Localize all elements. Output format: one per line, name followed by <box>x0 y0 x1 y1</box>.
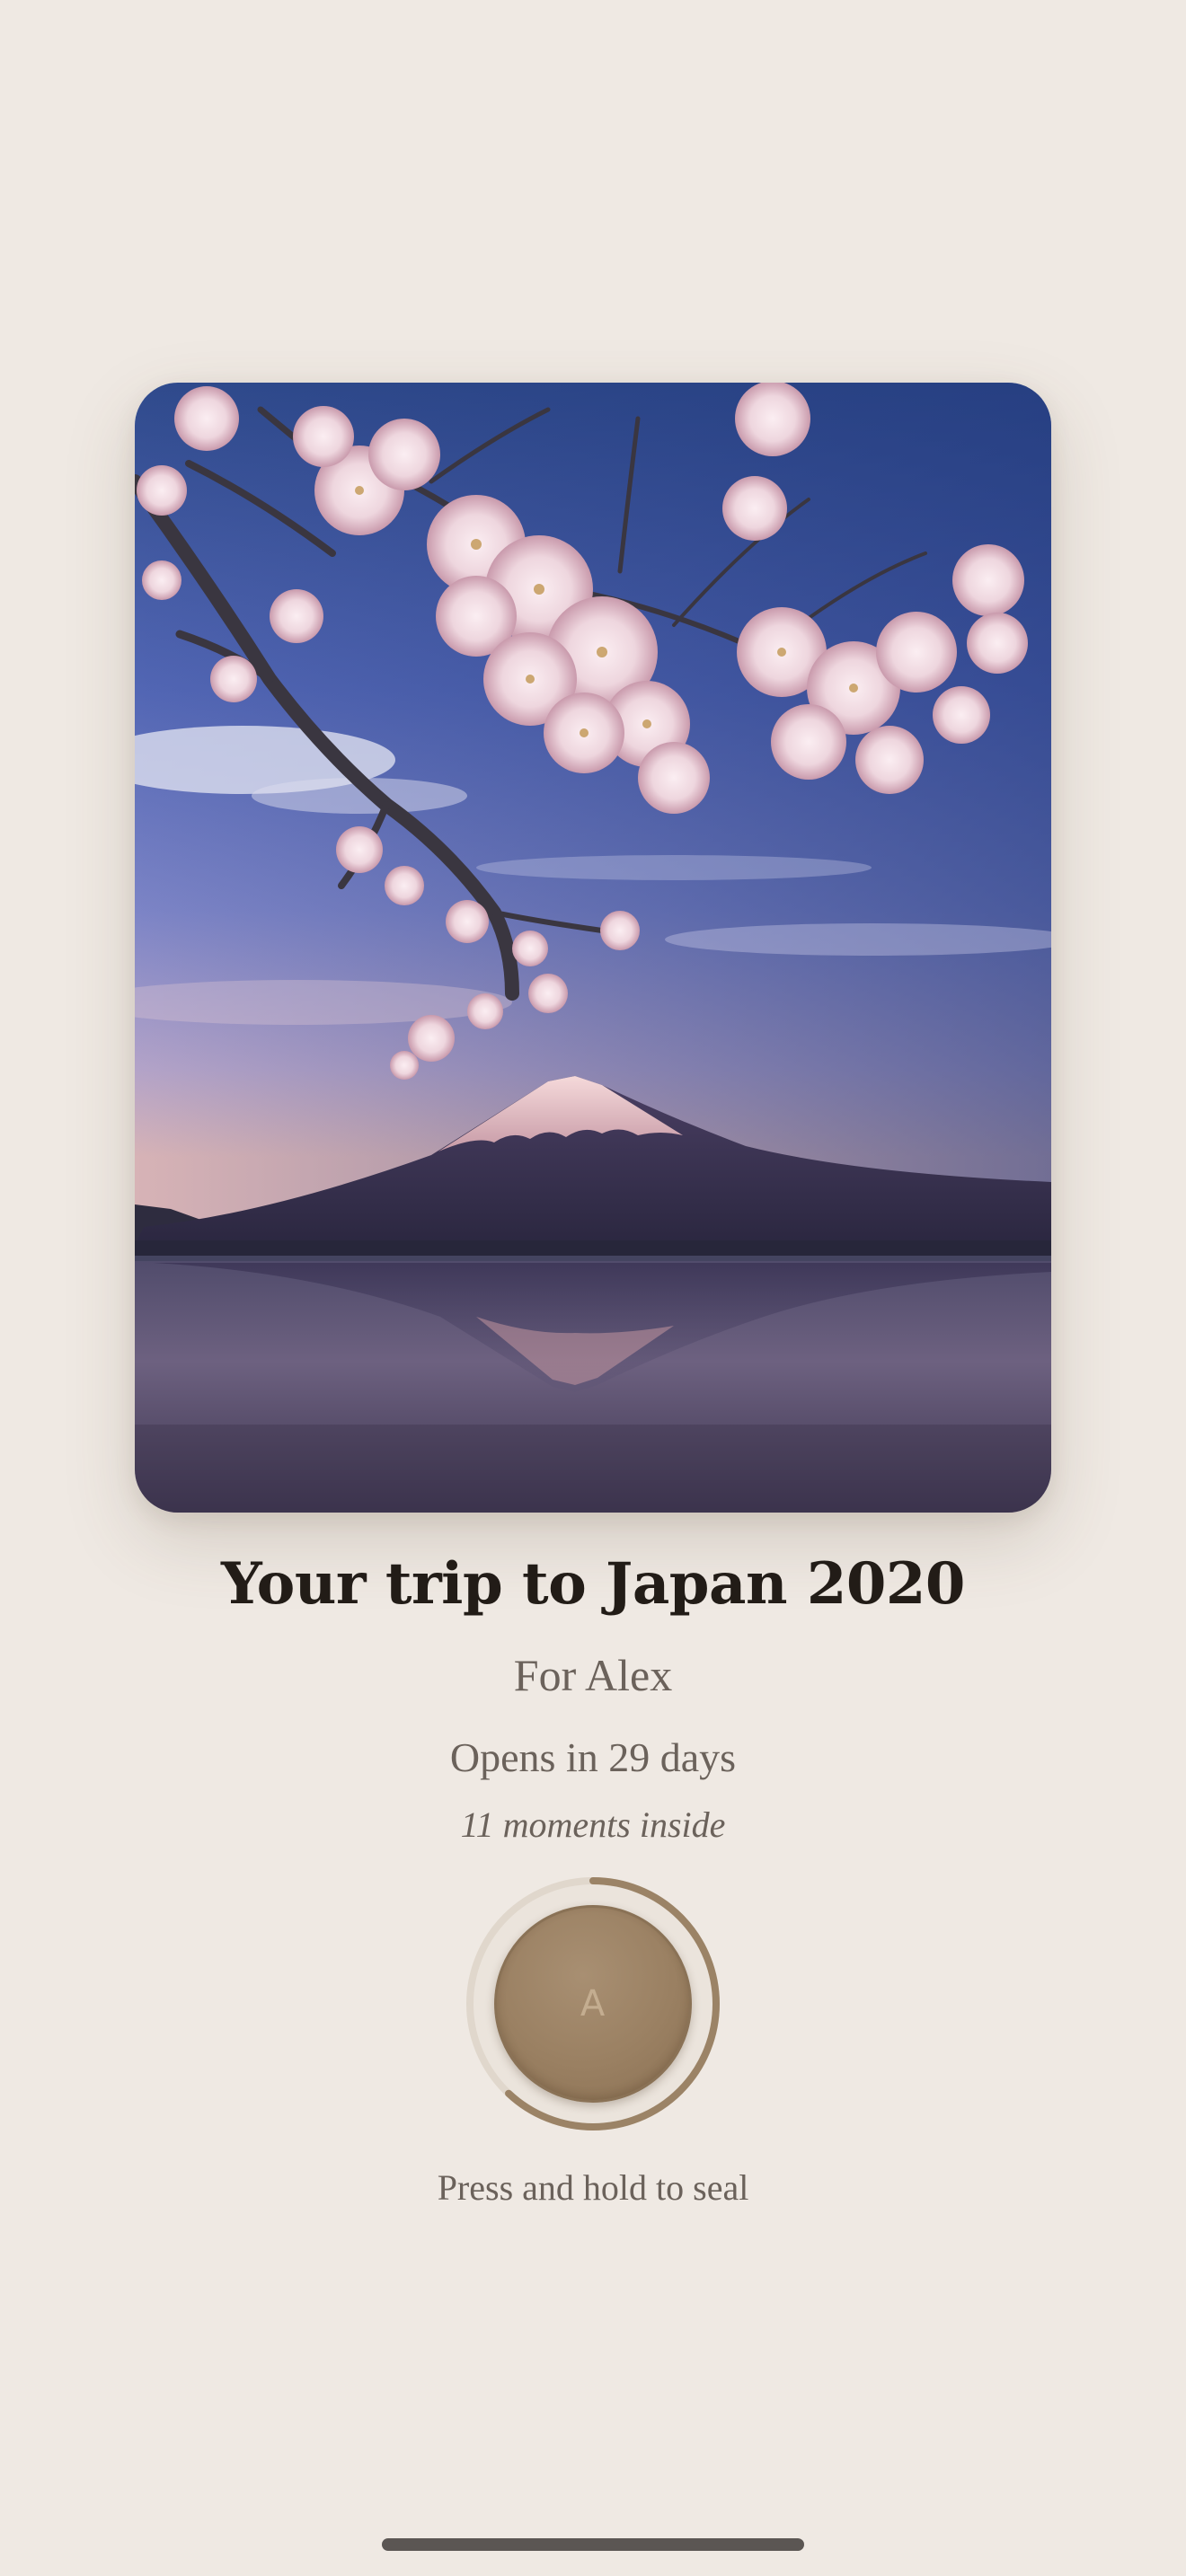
time-capsule-screen: Your trip to Japan 2020 For Alex Opens i… <box>0 0 1186 2576</box>
cover-photo <box>135 383 1051 1513</box>
seal-initial: A <box>580 1983 606 2025</box>
capsule-title: Your trip to Japan 2020 <box>221 1550 965 1618</box>
countdown-label: Opens in 29 days <box>449 1734 737 1780</box>
recipient-label: For Alex <box>513 1650 673 1700</box>
seal-button[interactable]: A <box>494 1905 692 2103</box>
hold-to-seal-control[interactable]: A <box>463 1874 723 2134</box>
home-indicator[interactable] <box>382 2538 804 2551</box>
moments-count: 11 moments inside <box>460 1804 726 1845</box>
seal-hint: Press and hold to seal <box>437 2167 749 2208</box>
fuji-photo-illustration <box>135 383 1051 1513</box>
